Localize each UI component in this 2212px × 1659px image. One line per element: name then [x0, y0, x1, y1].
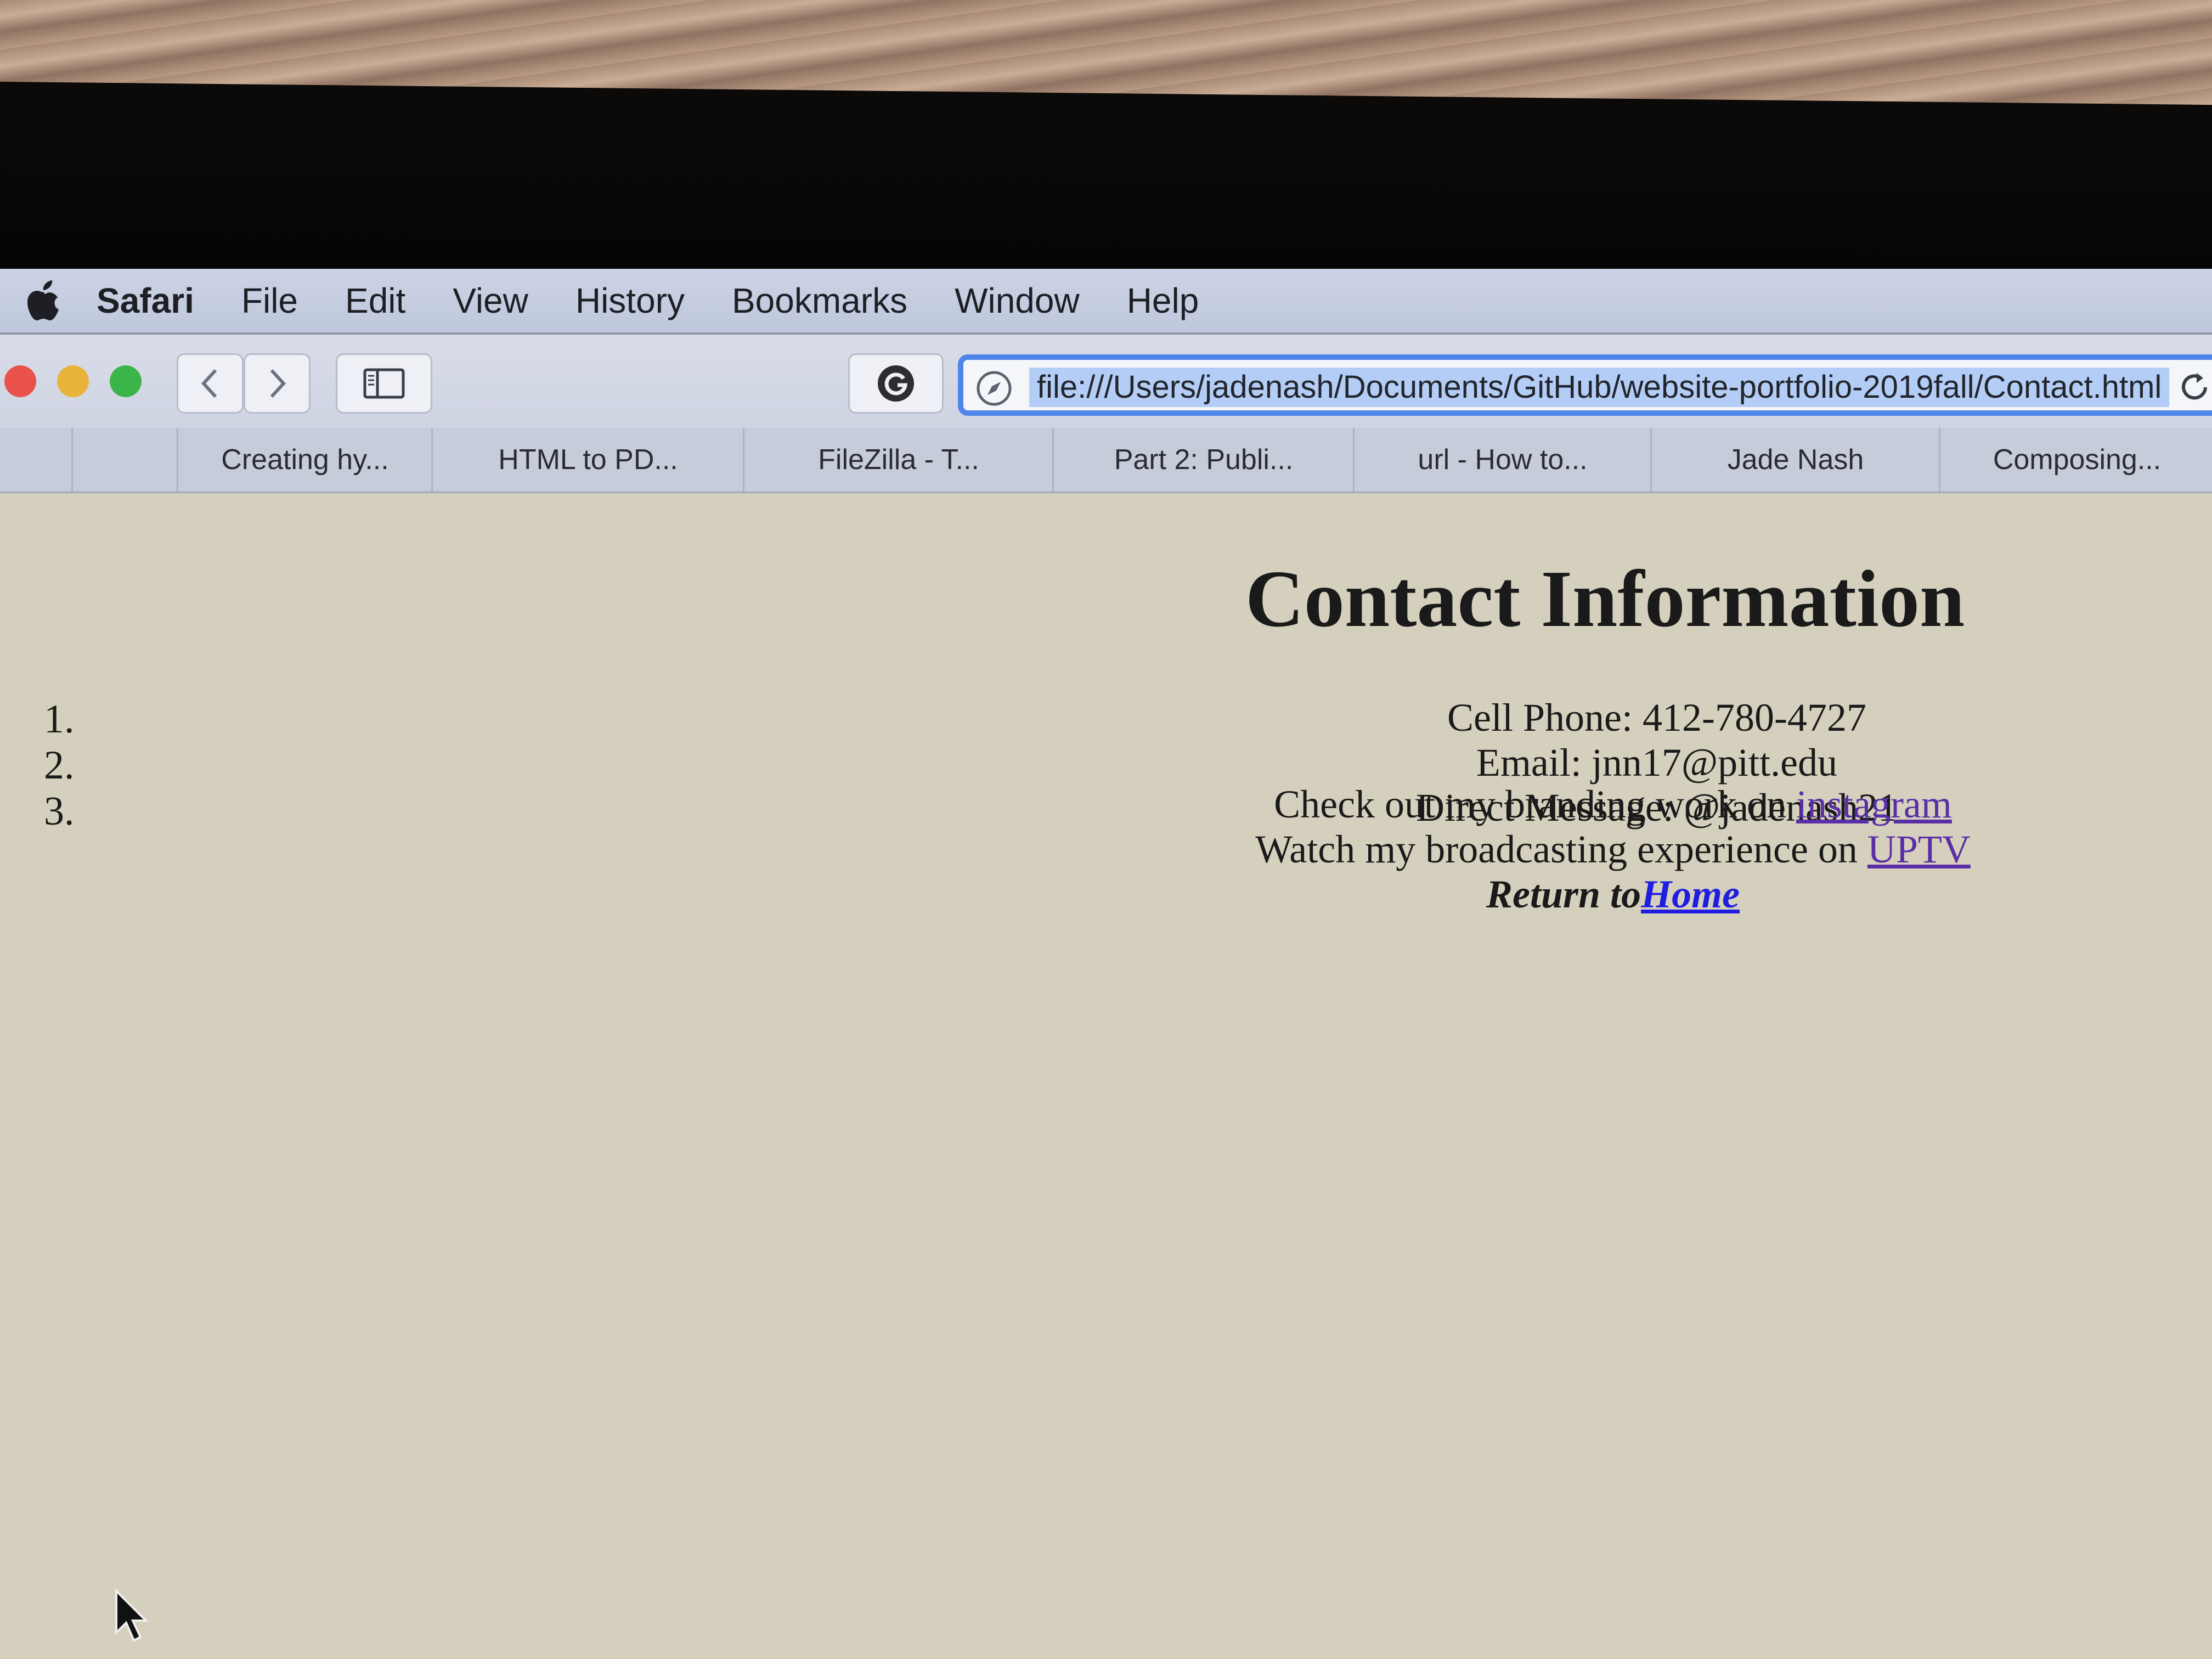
reload-icon[interactable] [2179, 371, 2212, 404]
grammarly-icon [878, 365, 914, 402]
list-number: 2. [44, 743, 75, 788]
cell-phone-text: Cell Phone: 412-780-4727 [1447, 696, 1866, 740]
branding-text: Check out my branding work on [1274, 782, 1796, 826]
bookmark-item[interactable]: Composing... [1939, 428, 2212, 492]
bookmark-item[interactable]: Jade Nash [1650, 428, 1939, 492]
url-text[interactable]: file:///Users/jadenash/Documents/GitHub/… [1029, 368, 2170, 407]
sidebar-toggle-button[interactable] [336, 353, 432, 414]
chevron-right-icon [270, 369, 286, 398]
broadcast-text: Watch my broadcasting experience on [1255, 827, 1867, 871]
menu-edit[interactable]: Edit [345, 280, 405, 321]
web-page-content: Contact Information 1. 2. 3. Cell Phone:… [0, 493, 2212, 1659]
page-title: Contact Information [1245, 554, 1965, 644]
bookmark-item[interactable]: Part 2: Publi... [1052, 428, 1353, 492]
branding-line: Check out my branding work on instagram [1201, 782, 2024, 827]
list-number: 3. [44, 789, 75, 834]
empty-ordered-list: 1. 2. 3. [44, 696, 75, 834]
bookmark-item[interactable]: Creating hy... [177, 428, 432, 492]
external-links: Check out my branding work on instagram … [1201, 782, 2024, 917]
sidebar-icon [363, 368, 405, 399]
bookmarks-bar: Creating hy... HTML to PD... FileZilla -… [0, 428, 2212, 493]
chevron-left-icon [201, 369, 217, 398]
back-button[interactable] [177, 353, 244, 414]
compass-icon [977, 371, 1012, 406]
menu-window[interactable]: Window [955, 280, 1080, 321]
menu-help[interactable]: Help [1127, 280, 1199, 321]
menu-history[interactable]: History [575, 280, 685, 321]
forward-button[interactable] [244, 353, 311, 414]
bookmark-item[interactable]: HTML to PD... [431, 428, 743, 492]
home-link[interactable]: Home [1641, 872, 1740, 916]
zoom-window-button[interactable] [110, 365, 142, 397]
grammarly-extension-button[interactable] [848, 353, 944, 414]
screen: Safari File Edit View History Bookmarks … [0, 269, 2212, 1659]
return-line: Return toHome [1201, 872, 2024, 917]
menu-safari[interactable]: Safari [97, 280, 194, 321]
minimize-window-button[interactable] [57, 365, 89, 397]
uptv-link[interactable]: UPTV [1867, 827, 1971, 871]
apple-logo-icon[interactable] [25, 278, 64, 323]
menu-view[interactable]: View [453, 280, 528, 321]
broadcast-line: Watch my broadcasting experience on UPTV [1201, 827, 2024, 872]
email-text: Email: jnn17@pitt.edu [1476, 741, 1838, 785]
menu-file[interactable]: File [241, 280, 298, 321]
menu-bar: Safari File Edit View History Bookmarks … [0, 269, 2212, 335]
browser-toolbar: file:///Users/jadenash/Documents/GitHub/… [0, 335, 2212, 428]
address-bar[interactable]: file:///Users/jadenash/Documents/GitHub/… [958, 354, 2212, 416]
close-window-button[interactable] [4, 365, 36, 397]
mouse-pointer-icon [115, 1589, 149, 1642]
instagram-link[interactable]: instagram [1796, 782, 1952, 826]
return-text: Return to [1486, 872, 1641, 916]
list-number: 1. [44, 697, 75, 742]
menu-bookmarks[interactable]: Bookmarks [732, 280, 907, 321]
bookmark-blank[interactable] [71, 428, 177, 492]
bookmark-item[interactable]: FileZilla - T... [743, 428, 1053, 492]
bookmark-item[interactable]: url - How to... [1353, 428, 1651, 492]
